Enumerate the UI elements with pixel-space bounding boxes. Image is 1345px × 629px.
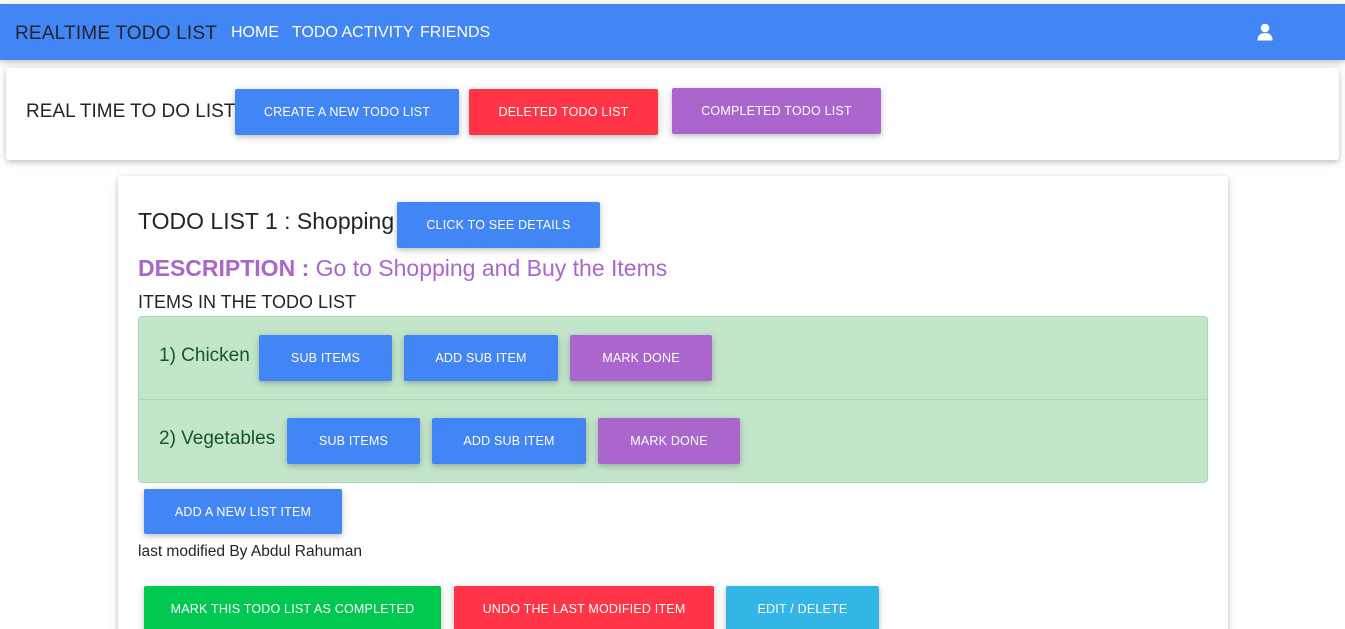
add-sub-item-button[interactable]: ADD SUB ITEM bbox=[432, 418, 586, 464]
list-item: 1) Chicken SUB ITEMS ADD SUB ITEM MARK D… bbox=[139, 317, 1207, 400]
user-icon[interactable] bbox=[1257, 23, 1273, 41]
nav-link-todo-activity[interactable]: TODO ACTIVITY bbox=[292, 24, 414, 42]
todo-title: TODO LIST 1 : Shopping bbox=[138, 208, 395, 234]
header-title: REAL TIME TO DO LIST bbox=[26, 101, 236, 122]
items-heading: ITEMS IN THE TODO LIST bbox=[138, 292, 357, 312]
description-label: DESCRIPTION : bbox=[138, 255, 310, 281]
todo-card: TODO LIST 1 : Shopping CLICK TO SEE DETA… bbox=[118, 176, 1228, 629]
add-sub-item-button[interactable]: ADD SUB ITEM bbox=[404, 335, 558, 381]
sub-items-button[interactable]: SUB ITEMS bbox=[259, 335, 392, 381]
create-todo-list-button[interactable]: CREATE A NEW TODO LIST bbox=[235, 89, 459, 135]
nav-link-home[interactable]: HOME bbox=[231, 24, 279, 42]
mark-completed-button[interactable]: MARK THIS TODO LIST AS COMPLETED bbox=[144, 586, 441, 629]
header-card: REAL TIME TO DO LIST CREATE A NEW TODO L… bbox=[6, 68, 1339, 160]
list-item: 2) Vegetables SUB ITEMS ADD SUB ITEM MAR… bbox=[139, 400, 1207, 483]
undo-last-modified-button[interactable]: UNDO THE LAST MODIFIED ITEM bbox=[454, 586, 714, 629]
todo-items-list: 1) Chicken SUB ITEMS ADD SUB ITEM MARK D… bbox=[138, 316, 1208, 483]
last-modified-text: last modified By Abdul Rahuman bbox=[138, 543, 363, 560]
completed-todo-list-button[interactable]: COMPLETED TODO LIST bbox=[672, 88, 881, 134]
nav-link-friends[interactable]: FRIENDS bbox=[420, 24, 490, 42]
list-item-label: 1) Chicken bbox=[159, 345, 250, 366]
sub-items-button[interactable]: SUB ITEMS bbox=[287, 418, 420, 464]
description-text: Go to Shopping and Buy the Items bbox=[315, 255, 668, 281]
mark-done-button[interactable]: MARK DONE bbox=[598, 418, 740, 464]
mark-done-button[interactable]: MARK DONE bbox=[570, 335, 712, 381]
edit-delete-button[interactable]: EDIT / DELETE bbox=[726, 586, 879, 629]
add-list-item-button[interactable]: ADD A NEW LIST ITEM bbox=[144, 489, 342, 534]
deleted-todo-list-button[interactable]: DELETED TODO LIST bbox=[469, 89, 658, 135]
brand-title[interactable]: REALTIME TODO LIST bbox=[15, 23, 217, 45]
list-item-label: 2) Vegetables bbox=[159, 428, 276, 449]
todo-description: DESCRIPTION : Go to Shopping and Buy the… bbox=[138, 255, 667, 282]
see-details-button[interactable]: CLICK TO SEE DETAILS bbox=[397, 202, 600, 248]
navbar: REALTIME TODO LIST HOME TODO ACTIVITY FR… bbox=[0, 4, 1345, 60]
